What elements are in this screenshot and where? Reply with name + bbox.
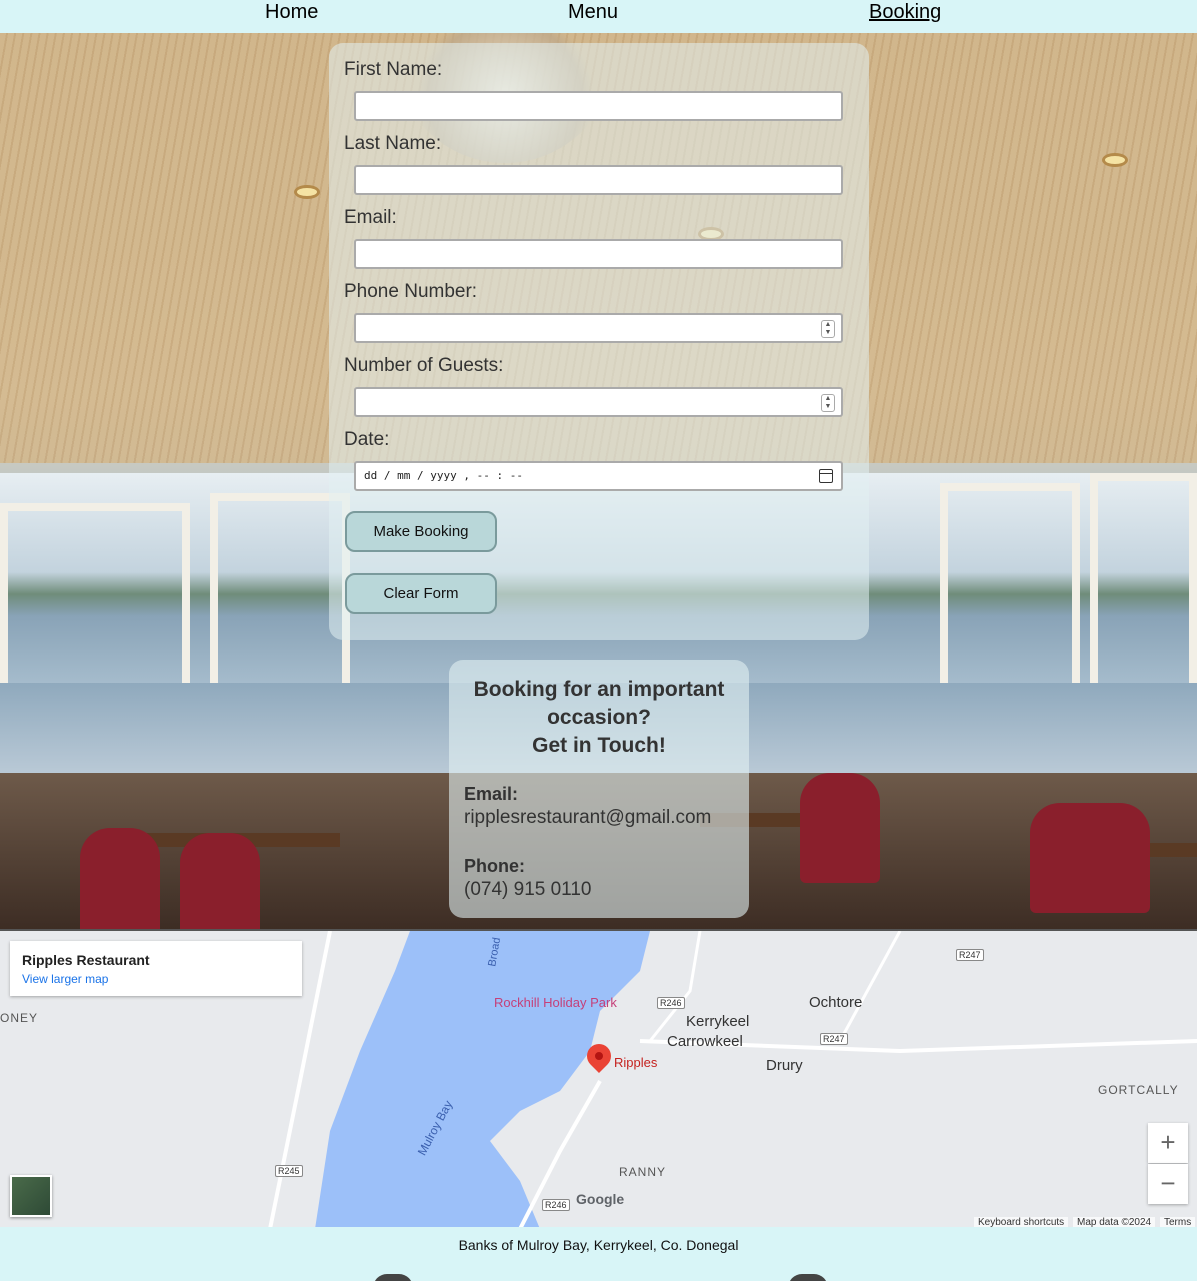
booking-form: First Name: Last Name: Email: Phone Numb… — [329, 43, 869, 640]
calendar-icon[interactable] — [819, 469, 833, 483]
terms-link[interactable]: Terms — [1160, 1217, 1196, 1227]
map-place-name: Ripples Restaurant — [22, 952, 150, 968]
map-place-card: Ripples Restaurant View larger map — [10, 941, 302, 996]
map-label-ochtore: Ochtore — [809, 994, 863, 1011]
road-badge: R246 — [542, 1199, 570, 1211]
first-name-label: First Name: — [344, 59, 443, 80]
map-label-gortcally: GORTCALLY — [1098, 1083, 1179, 1097]
chair — [180, 833, 260, 929]
contact-title: Booking for an important occasion? Get i… — [449, 676, 749, 760]
zoom-out-button[interactable]: − — [1148, 1164, 1188, 1204]
contact-panel: Booking for an important occasion? Get i… — [449, 660, 749, 918]
embedded-map[interactable]: Ripples Restaurant View larger map Rockh… — [0, 929, 1197, 1227]
nav-booking-link[interactable]: Booking — [869, 0, 941, 24]
clear-form-button[interactable]: Clear Form — [345, 573, 497, 614]
zoom-in-button[interactable]: + — [1148, 1123, 1188, 1163]
contact-email-label: Email: — [464, 784, 519, 804]
keyboard-shortcuts-link[interactable]: Keyboard shortcuts — [974, 1217, 1069, 1227]
make-booking-button[interactable]: Make Booking — [345, 511, 497, 552]
map-label-ranny: RANNY — [619, 1165, 667, 1179]
email-label: Email: — [344, 207, 397, 228]
map-label-ripples: Ripples — [614, 1055, 658, 1070]
google-logo: Google — [576, 1191, 625, 1207]
social-icon[interactable] — [373, 1274, 413, 1281]
guests-label: Number of Guests: — [344, 355, 504, 376]
date-input[interactable]: dd / mm / yyyy , -- : -- — [354, 461, 843, 491]
guests-spinner-icon[interactable]: ▲ ▼ — [821, 394, 835, 412]
guests-input[interactable]: ▲ ▼ — [354, 387, 843, 417]
map-label-drury: Drury — [766, 1057, 803, 1074]
date-placeholder: dd / mm / yyyy , -- : -- — [364, 469, 523, 482]
nav-home-link[interactable]: Home — [265, 0, 318, 24]
top-nav: Home Menu Booking — [0, 0, 1197, 33]
contact-title-line2: occasion? — [547, 706, 651, 729]
map-label-kerrykeel: Kerrykeel — [686, 1013, 750, 1030]
phone-spinner-icon[interactable]: ▲ ▼ — [821, 320, 835, 338]
road-badge: R246 — [657, 997, 685, 1009]
road-badge: R247 — [956, 949, 984, 961]
contact-phone-label: Phone: — [464, 856, 525, 876]
email-input[interactable] — [354, 239, 843, 269]
last-name-label: Last Name: — [344, 133, 442, 154]
map-data-text: Map data ©2024 — [1073, 1217, 1156, 1227]
footer-address: Banks of Mulroy Bay, Kerrykeel, Co. Done… — [458, 1237, 739, 1253]
phone-input[interactable]: ▲ ▼ — [354, 313, 843, 343]
map-label-oney: ONEY — [0, 1011, 39, 1025]
window-frame — [1090, 473, 1197, 703]
map-label-rockhill: Rockhill Holiday Park — [494, 995, 617, 1010]
date-label: Date: — [344, 429, 390, 450]
window-frame — [940, 483, 1080, 703]
contact-title-line3: Get in Touch! — [532, 734, 666, 757]
map-label-carrowkeel: Carrowkeel — [667, 1033, 743, 1050]
satellite-toggle[interactable] — [10, 1175, 52, 1217]
contact-email-value: ripplesrestaurant@gmail.com — [464, 807, 712, 828]
view-larger-map-link[interactable]: View larger map — [22, 972, 108, 986]
phone-label: Phone Number: — [344, 281, 478, 302]
last-name-input[interactable] — [354, 165, 843, 195]
nav-menu-link[interactable]: Menu — [568, 0, 618, 24]
chair — [80, 828, 160, 929]
contact-phone-value: (074) 915 0110 — [464, 879, 592, 900]
road-badge: R245 — [275, 1165, 303, 1177]
social-icon[interactable] — [788, 1274, 828, 1281]
road-badge: R247 — [820, 1033, 848, 1045]
first-name-input[interactable] — [354, 91, 843, 121]
ceiling-light — [1102, 153, 1128, 167]
contact-title-line1: Booking for an important — [473, 678, 725, 701]
chair — [800, 773, 880, 883]
ceiling-light — [294, 185, 320, 199]
chair — [1030, 803, 1150, 913]
